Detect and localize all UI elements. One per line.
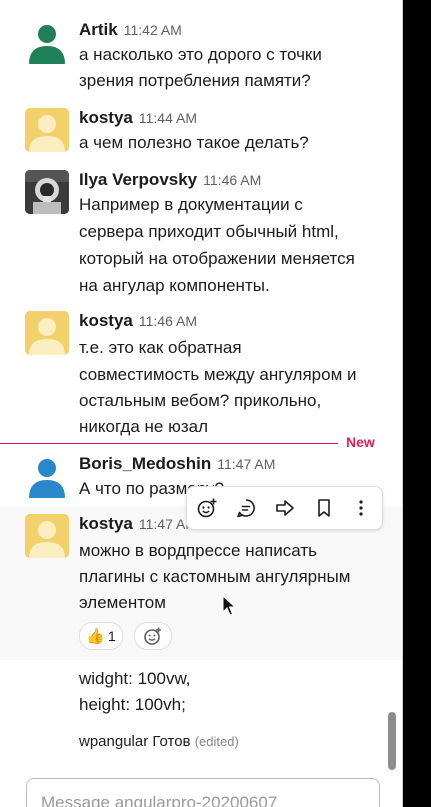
message-text: можно в вордпрессе написать	[79, 541, 317, 560]
thread-icon	[237, 499, 255, 518]
timestamp[interactable]: 11:46 AM	[203, 172, 261, 188]
user-silhouette-icon	[25, 514, 69, 558]
avatar[interactable]	[25, 20, 69, 64]
edited-label: (edited)	[194, 734, 239, 749]
thumbs-up-emoji: 👍	[86, 628, 105, 645]
message-composer[interactable]: Message angularpro-20200607	[26, 778, 380, 807]
author-name[interactable]: kostya	[79, 514, 133, 533]
add-reaction-icon	[144, 627, 161, 645]
message-actions-toolbar	[186, 486, 383, 530]
message-text: зрения потребления памяти?	[79, 71, 311, 90]
message-text: а насколько это дорого с точки	[79, 45, 322, 64]
message-meta: kostya 11:47 AM	[79, 514, 197, 534]
more-actions-button[interactable]	[347, 494, 375, 522]
avatar[interactable]	[25, 514, 69, 558]
user-silhouette-icon	[25, 20, 69, 64]
message: kostya 11:44 AM а чем полезно такое делат…	[0, 100, 402, 164]
user-silhouette-icon	[25, 108, 69, 152]
message-text: совместимость между ангуляром и	[79, 365, 357, 384]
message-text: который на отображении меняется	[79, 249, 355, 268]
message-text: на ангулар компоненты.	[79, 276, 270, 295]
message-text: остальным вебом? прикольно,	[79, 391, 322, 410]
user-silhouette-icon	[25, 311, 69, 355]
add-reaction-icon	[197, 498, 217, 518]
reply-in-thread-button[interactable]	[232, 494, 260, 522]
more-vertical-icon	[359, 500, 363, 516]
add-reaction-button[interactable]	[134, 622, 172, 650]
message-text: плагины с кастомным ангулярным	[79, 567, 351, 586]
composer-placeholder: Message angularpro-20200607	[41, 793, 278, 807]
message-text: элементом	[79, 593, 166, 612]
message: kostya 11:46 AM т.е. это как обратная сов…	[0, 302, 402, 442]
timestamp[interactable]: 11:42 AM	[124, 22, 182, 38]
message-meta: Artik 11:42 AM	[79, 20, 182, 40]
status-text: wpangular Готов	[79, 733, 191, 750]
avatar[interactable]	[25, 108, 69, 152]
avatar[interactable]	[25, 311, 69, 355]
add-reaction-button[interactable]	[193, 494, 221, 522]
message-text: height: 100vh;	[79, 695, 186, 714]
message-list: Artik 11:42 AM а насколько это дорого с т…	[0, 0, 402, 807]
message-meta: kostya 11:46 AM	[79, 311, 197, 331]
message-meta: Ilya Verpovsky 11:46 AM	[79, 170, 261, 190]
avatar[interactable]	[25, 170, 69, 214]
save-message-button[interactable]	[310, 494, 338, 522]
share-message-button[interactable]	[271, 494, 299, 522]
author-name[interactable]: kostya	[79, 311, 133, 330]
user-silhouette-icon	[25, 454, 69, 498]
author-name[interactable]: Ilya Verpovsky	[79, 170, 197, 189]
message-text: Например в документации с	[79, 195, 303, 214]
timestamp[interactable]: 11:47 AM	[217, 456, 275, 472]
message: Artik 11:42 AM а насколько это дорого с т…	[0, 0, 402, 100]
author-name[interactable]: kostya	[79, 108, 133, 127]
message-meta: Boris_Medoshin 11:47 AM	[79, 454, 275, 474]
new-messages-divider	[0, 443, 338, 444]
reaction-count: 1	[107, 628, 116, 644]
forward-arrow-icon	[276, 500, 294, 516]
status-line: wpangular Готов (edited)	[79, 729, 239, 755]
scrollbar-thumb[interactable]	[388, 712, 396, 770]
astronaut-photo	[25, 170, 69, 214]
message-text: а чем полезно такое делать?	[79, 133, 309, 152]
message-text: никогда не юзал	[79, 417, 208, 436]
timestamp[interactable]: 11:46 AM	[139, 313, 197, 329]
message-meta: kostya 11:44 AM	[79, 108, 197, 128]
reaction-thumbs-up[interactable]: 👍 1	[79, 622, 123, 650]
timestamp[interactable]: 11:44 AM	[139, 110, 197, 126]
message: Ilya Verpovsky 11:46 AM Например в докуме…	[0, 164, 402, 302]
message-text: widght: 100vw,	[79, 669, 191, 688]
bookmark-icon	[318, 499, 330, 517]
author-name[interactable]: Boris_Medoshin	[79, 454, 211, 473]
window-edge	[403, 0, 431, 807]
author-name[interactable]: Artik	[79, 20, 118, 39]
message-text: сервера приходит обычный html,	[79, 222, 339, 241]
mouse-pointer-icon	[222, 595, 236, 616]
message-text: т.е. это как обратная	[79, 338, 242, 357]
avatar[interactable]	[25, 454, 69, 498]
